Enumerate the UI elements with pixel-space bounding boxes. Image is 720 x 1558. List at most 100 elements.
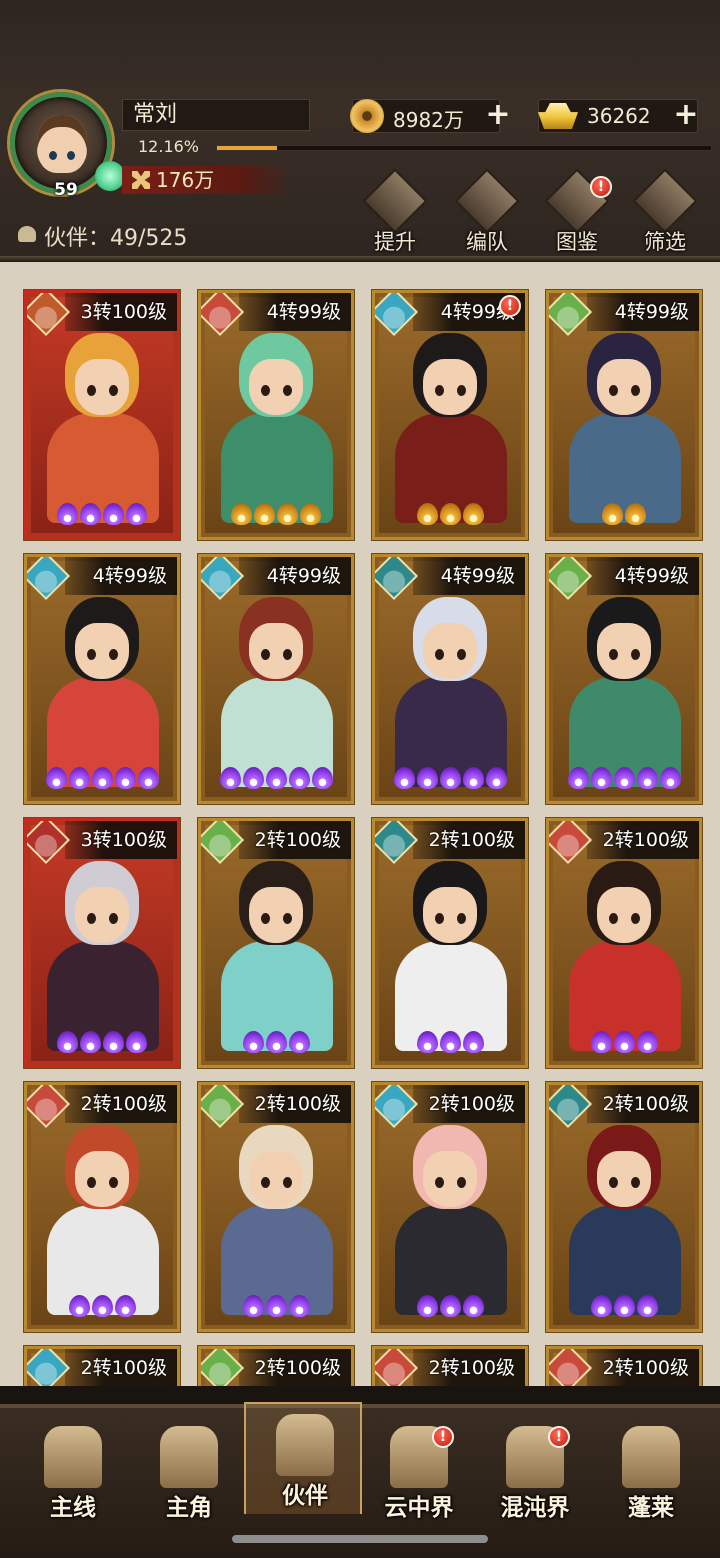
partner-card[interactable]: 4转99级 xyxy=(372,554,528,804)
star-flame-icon xyxy=(277,503,298,525)
home-indicator[interactable] xyxy=(232,1535,488,1543)
nav-tab-1[interactable]: 主线 xyxy=(14,1416,132,1528)
action-button-1[interactable]: 提升 xyxy=(360,168,430,258)
add-ingots-button[interactable]: + xyxy=(670,100,702,132)
partner-grid[interactable]: 3转100级 4转99级 4转99级! 4转99级 4转99级 4转99级 4转99级 4转9… xyxy=(0,262,720,1386)
partner-rank-level: 4转99级 xyxy=(587,557,699,595)
player-avatar[interactable] xyxy=(10,92,125,194)
action-label: 图鉴 xyxy=(556,230,598,254)
star-rating xyxy=(27,1031,177,1057)
partner-card[interactable]: 2转100级 xyxy=(198,1082,354,1332)
star-rating xyxy=(201,1031,351,1057)
partner-card[interactable]: 2转100级 xyxy=(198,1346,354,1386)
star-flame-icon xyxy=(602,503,623,525)
star-rating xyxy=(375,767,525,793)
star-flame-icon xyxy=(439,767,461,789)
crossed-swords-icon xyxy=(44,1426,102,1488)
star-flame-icon xyxy=(265,1295,287,1317)
partner-card[interactable]: 4转99级 xyxy=(24,554,180,804)
star-flame-icon xyxy=(416,1031,438,1053)
star-flame-icon xyxy=(567,767,589,789)
star-flame-icon xyxy=(636,1295,658,1317)
partners-icon xyxy=(18,226,36,242)
nav-tab-3[interactable]: 伙伴 xyxy=(244,1402,362,1514)
partner-face xyxy=(597,623,651,679)
partner-eye xyxy=(609,1177,618,1188)
partner-eye xyxy=(87,1177,96,1188)
partner-eye xyxy=(109,1177,118,1188)
partner-eye xyxy=(631,385,640,396)
hero-icon xyxy=(160,1426,218,1488)
exp-percent: 12.16% xyxy=(138,137,200,156)
partner-card[interactable]: 4转99级 xyxy=(198,290,354,540)
power-display: 176万 xyxy=(122,166,292,194)
partner-rank-level: 2转100级 xyxy=(413,821,525,859)
partner-eye xyxy=(109,385,118,396)
add-coins-button[interactable]: + xyxy=(482,100,514,132)
partner-eye xyxy=(283,649,292,660)
ingot-value: 36262 xyxy=(587,104,651,128)
partner-card[interactable]: 2转100级 xyxy=(24,1082,180,1332)
partner-card[interactable]: 4转99级 xyxy=(546,290,702,540)
star-rating xyxy=(27,503,177,529)
nav-tab-6[interactable]: 蓬莱 xyxy=(592,1416,710,1528)
star-flame-icon xyxy=(416,1295,438,1317)
partner-rank-level: 3转100级 xyxy=(65,293,177,331)
partner-eye xyxy=(435,385,444,396)
star-flame-icon xyxy=(462,767,484,789)
partner-rank-level: 2转100级 xyxy=(587,821,699,859)
nav-tab-5[interactable]: 混沌界! xyxy=(476,1416,594,1528)
nav-label: 主角 xyxy=(166,1495,212,1521)
partner-face xyxy=(597,887,651,943)
nav-label: 混沌界 xyxy=(500,1495,570,1521)
partner-card[interactable]: 2转100级 xyxy=(198,818,354,1068)
partner-eye xyxy=(261,649,270,660)
star-flame-icon xyxy=(114,767,136,789)
partner-eye xyxy=(283,1177,292,1188)
star-flame-icon xyxy=(613,1295,635,1317)
partner-eye xyxy=(457,1177,466,1188)
alert-badge: ! xyxy=(432,1426,454,1448)
partner-rank-level: 4转99级 xyxy=(239,293,351,331)
action-button-3[interactable]: 图鉴! xyxy=(542,168,612,258)
formation-icon xyxy=(454,168,520,234)
partner-card[interactable]: 2转100级 xyxy=(372,818,528,1068)
nav-tab-4[interactable]: 云中界! xyxy=(360,1416,478,1528)
partner-face xyxy=(597,1151,651,1207)
star-flame-icon xyxy=(311,767,333,789)
partner-eye xyxy=(457,649,466,660)
partner-card[interactable]: 2转100级 xyxy=(546,1082,702,1332)
partner-rank-level: 2转100级 xyxy=(239,1085,351,1123)
star-flame-icon xyxy=(462,1295,484,1317)
star-rating xyxy=(375,1295,525,1321)
star-flame-icon xyxy=(242,1295,264,1317)
partner-card[interactable]: 4转99级 xyxy=(546,554,702,804)
coin-icon xyxy=(350,99,384,133)
star-flame-icon xyxy=(625,503,646,525)
nav-label: 蓬莱 xyxy=(628,1495,674,1521)
star-flame-icon xyxy=(219,767,241,789)
partner-card[interactable]: 2转100级 xyxy=(372,1082,528,1332)
partner-card[interactable]: 2转100级 xyxy=(372,1346,528,1386)
partner-eye xyxy=(631,913,640,924)
partner-card[interactable]: 3转100级 xyxy=(24,818,180,1068)
coin-value: 8982万 xyxy=(393,108,464,132)
nav-tab-2[interactable]: 主角 xyxy=(130,1416,248,1528)
star-rating xyxy=(375,1031,525,1057)
partner-card[interactable]: 2转100级 xyxy=(546,1346,702,1386)
partner-card[interactable]: 3转100级 xyxy=(24,290,180,540)
partner-card[interactable]: 2转100级 xyxy=(546,818,702,1068)
penglai-icon xyxy=(622,1426,680,1488)
partner-card[interactable]: 2转100级 xyxy=(24,1346,180,1386)
partner-eye xyxy=(609,649,618,660)
star-flame-icon xyxy=(636,767,658,789)
action-button-4[interactable]: 筛选 xyxy=(630,168,700,258)
partner-card[interactable]: 4转99级! xyxy=(372,290,528,540)
star-rating xyxy=(549,1031,699,1057)
star-flame-icon xyxy=(57,503,78,525)
star-flame-icon xyxy=(613,1031,635,1053)
star-flame-icon xyxy=(462,503,484,525)
partner-eye xyxy=(435,649,444,660)
partner-card[interactable]: 4转99级 xyxy=(198,554,354,804)
action-button-2[interactable]: 编队 xyxy=(452,168,522,258)
